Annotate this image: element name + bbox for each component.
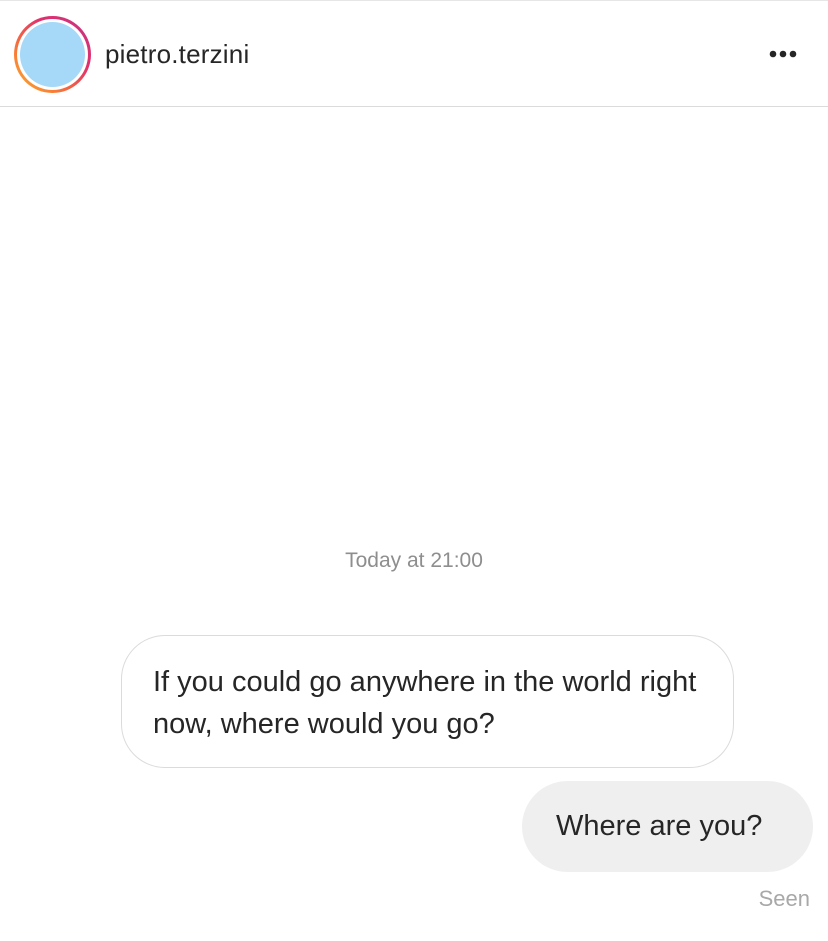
seen-status: Seen <box>758 886 810 911</box>
message-timestamp: Today at 21:00 <box>345 549 483 572</box>
chat-header: pietro.terzini <box>0 0 828 107</box>
sent-message-bubble[interactable]: Where are you? <box>522 781 813 872</box>
avatar <box>20 22 85 87</box>
username[interactable]: pietro.terzini <box>105 37 249 71</box>
more-options-button[interactable] <box>758 35 808 75</box>
received-message-bubble[interactable]: If you could go anywhere in the world ri… <box>121 635 734 768</box>
more-horizontal-icon <box>769 50 797 58</box>
avatar-ring-gap <box>17 19 88 90</box>
story-ring[interactable] <box>14 16 91 93</box>
